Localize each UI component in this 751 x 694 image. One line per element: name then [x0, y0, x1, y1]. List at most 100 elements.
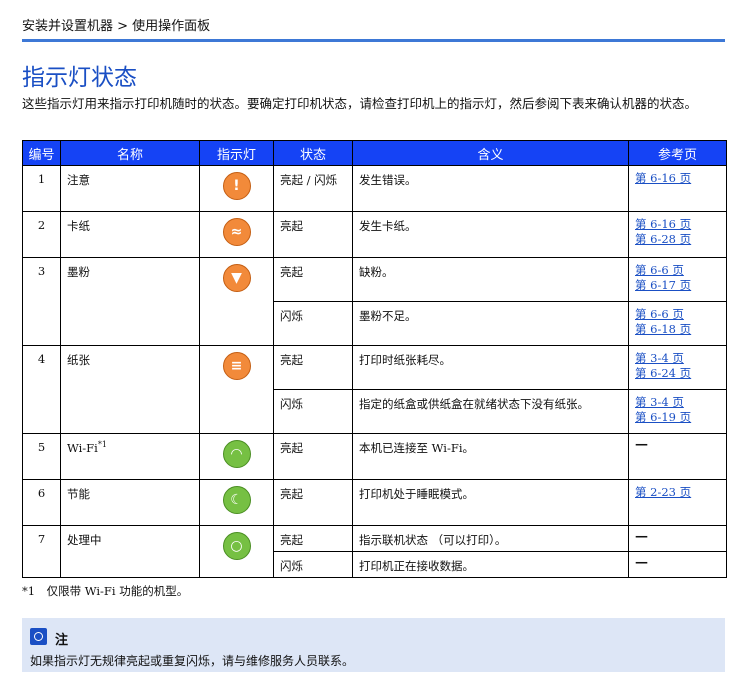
- no-reference-dash: —: [635, 529, 648, 544]
- note-title: 注: [55, 633, 69, 648]
- table-row: 1 注意! 亮起 / 闪烁 发生错误。第 6-16 页: [22, 165, 727, 212]
- cell-meaning: 缺粉。: [352, 257, 629, 302]
- cell-meaning: 打印机正在接收数据。: [352, 551, 629, 578]
- cell-number: 6: [22, 479, 61, 526]
- cell-name: 纸张: [60, 345, 200, 434]
- cell-state: 亮起: [273, 257, 353, 302]
- footnote-marker: *1: [97, 440, 107, 449]
- cell-name: 节能: [60, 479, 200, 526]
- paper-icon: ≡: [222, 352, 251, 380]
- table-row: 4 纸张 ≡ 亮起 打印时纸张耗尽。第 3-4 页第 6-24 页: [22, 345, 727, 434]
- table-row: 5 Wi-Fi*1 ◠ 亮起 本机已连接至 Wi-Fi。 —: [22, 433, 727, 480]
- table-row: 2 卡纸 ≈ 亮起 发生卡纸。第 6-16 页第 6-28 页: [22, 211, 727, 258]
- indicator-name: 卡纸: [67, 219, 90, 233]
- page-reference-link[interactable]: 第 6-18 页: [635, 320, 720, 338]
- cell-state: 亮起: [273, 433, 353, 480]
- note-text: 如果指示灯无规律亮起或重复闪烁，请与维修服务人员联系。: [30, 654, 355, 668]
- no-reference-dash: —: [635, 437, 648, 452]
- header-meaning: 含义: [352, 140, 629, 166]
- cell-meaning: 打印时纸张耗尽。: [352, 345, 629, 390]
- cell-meaning: 打印机处于睡眠模式。: [352, 479, 629, 526]
- cell-meaning: 发生错误。: [352, 165, 629, 212]
- paper-jam-icon: ≈: [222, 218, 251, 246]
- footnote: *1 仅限带 Wi-Fi 功能的机型。: [22, 584, 189, 598]
- cell-indicator: ≈: [199, 211, 274, 258]
- cell-indicator: ○: [199, 525, 274, 578]
- sleep-moon-icon: ☾: [222, 486, 251, 514]
- cell-state: 闪烁: [273, 551, 353, 578]
- cell-number: 3: [22, 257, 61, 346]
- lamp-glyph: ▼: [231, 270, 242, 286]
- cell-meaning: 指定的纸盒或供纸盒在就绪状态下没有纸张。: [352, 389, 629, 434]
- cell-state: 闪烁: [273, 301, 353, 346]
- indicator-name: 纸张: [67, 353, 90, 367]
- cell-indicator: ☾: [199, 479, 274, 526]
- cell-reference: 第 6-6 页第 6-17 页: [628, 257, 727, 302]
- cell-reference: 第 6-16 页第 6-28 页: [628, 211, 727, 258]
- cell-reference: —: [628, 551, 727, 578]
- warning-icon: !: [222, 172, 251, 200]
- table-header-row: 编号 名称 指示灯 状态 含义 参考页: [22, 140, 727, 166]
- breadcrumb: 安装并设置机器 > 使用操作面板: [22, 19, 211, 34]
- cell-reference: 第 6-6 页第 6-18 页: [628, 301, 727, 346]
- indicator-name: 注意: [67, 173, 90, 187]
- lamp-glyph: ○: [230, 538, 243, 554]
- indicator-name: 处理中: [67, 533, 102, 547]
- cell-name: Wi-Fi*1: [60, 433, 200, 480]
- cell-reference: 第 3-4 页第 6-24 页: [628, 345, 727, 390]
- header-indicator: 指示灯: [199, 140, 274, 166]
- cell-state: 亮起 / 闪烁: [273, 165, 353, 212]
- cell-meaning: 指示联机状态 （可以打印）。: [352, 525, 629, 552]
- cell-reference: 第 3-4 页第 6-19 页: [628, 389, 727, 434]
- page-reference-link[interactable]: 第 6-24 页: [635, 364, 720, 382]
- header-reference: 参考页: [628, 140, 727, 166]
- page-reference-link[interactable]: 第 2-23 页: [635, 483, 720, 501]
- cell-number: 4: [22, 345, 61, 434]
- cell-meaning: 本机已连接至 Wi-Fi。: [352, 433, 629, 480]
- lamp-glyph: !: [233, 178, 240, 194]
- indicator-name: 墨粉: [67, 265, 90, 279]
- page-reference-link[interactable]: 第 6-17 页: [635, 276, 720, 294]
- cell-indicator: ◠: [199, 433, 274, 480]
- cell-name: 墨粉: [60, 257, 200, 346]
- no-reference-dash: —: [635, 555, 648, 570]
- page-reference-link[interactable]: 第 6-16 页: [635, 169, 720, 187]
- processing-icon: ○: [222, 532, 251, 560]
- header-name: 名称: [60, 140, 200, 166]
- cell-number: 5: [22, 433, 61, 480]
- cell-indicator: !: [199, 165, 274, 212]
- page-reference-link[interactable]: 第 6-28 页: [635, 230, 720, 248]
- cell-reference: —: [628, 433, 727, 480]
- header-state: 状态: [273, 140, 353, 166]
- page-title: 指示灯状态: [22, 65, 137, 91]
- cell-meaning: 发生卡纸。: [352, 211, 629, 258]
- cell-number: 1: [22, 165, 61, 212]
- note-icon: [30, 628, 47, 645]
- cell-state: 亮起: [273, 479, 353, 526]
- cell-reference: 第 6-16 页: [628, 165, 727, 212]
- cell-indicator: ▼: [199, 257, 274, 346]
- cell-state: 亮起: [273, 211, 353, 258]
- indicator-name: Wi-Fi: [67, 440, 98, 455]
- toner-icon: ▼: [222, 264, 251, 292]
- cell-name: 注意: [60, 165, 200, 212]
- cell-state: 闪烁: [273, 389, 353, 434]
- lamp-glyph: ≈: [230, 224, 243, 240]
- table-row: 7 处理中 ○ 亮起 指示联机状态 （可以打印）。 —: [22, 525, 727, 578]
- cell-reference: 第 2-23 页: [628, 479, 727, 526]
- cell-indicator: ≡: [199, 345, 274, 434]
- cell-number: 2: [22, 211, 61, 258]
- note-box: 注 如果指示灯无规律亮起或重复闪烁，请与维修服务人员联系。: [22, 618, 725, 672]
- header-number: 编号: [22, 140, 61, 166]
- cell-meaning: 墨粉不足。: [352, 301, 629, 346]
- cell-state: 亮起: [273, 525, 353, 552]
- cell-reference: —: [628, 525, 727, 552]
- lamp-glyph: ◠: [231, 446, 242, 462]
- lamp-glyph: ☾: [230, 492, 243, 508]
- intro-paragraph: 这些指示灯用来指示打印机随时的状态。要确定打印机状态，请检查打印机上的指示灯，然…: [22, 96, 698, 111]
- indicator-status-table: 编号 名称 指示灯 状态 含义 参考页 1 注意! 亮起 / 闪烁 发生错误。第 6-…: [22, 140, 727, 578]
- cell-name: 处理中: [60, 525, 200, 578]
- lamp-glyph: ≡: [230, 358, 243, 374]
- page-reference-link[interactable]: 第 6-19 页: [635, 408, 720, 426]
- cell-state: 亮起: [273, 345, 353, 390]
